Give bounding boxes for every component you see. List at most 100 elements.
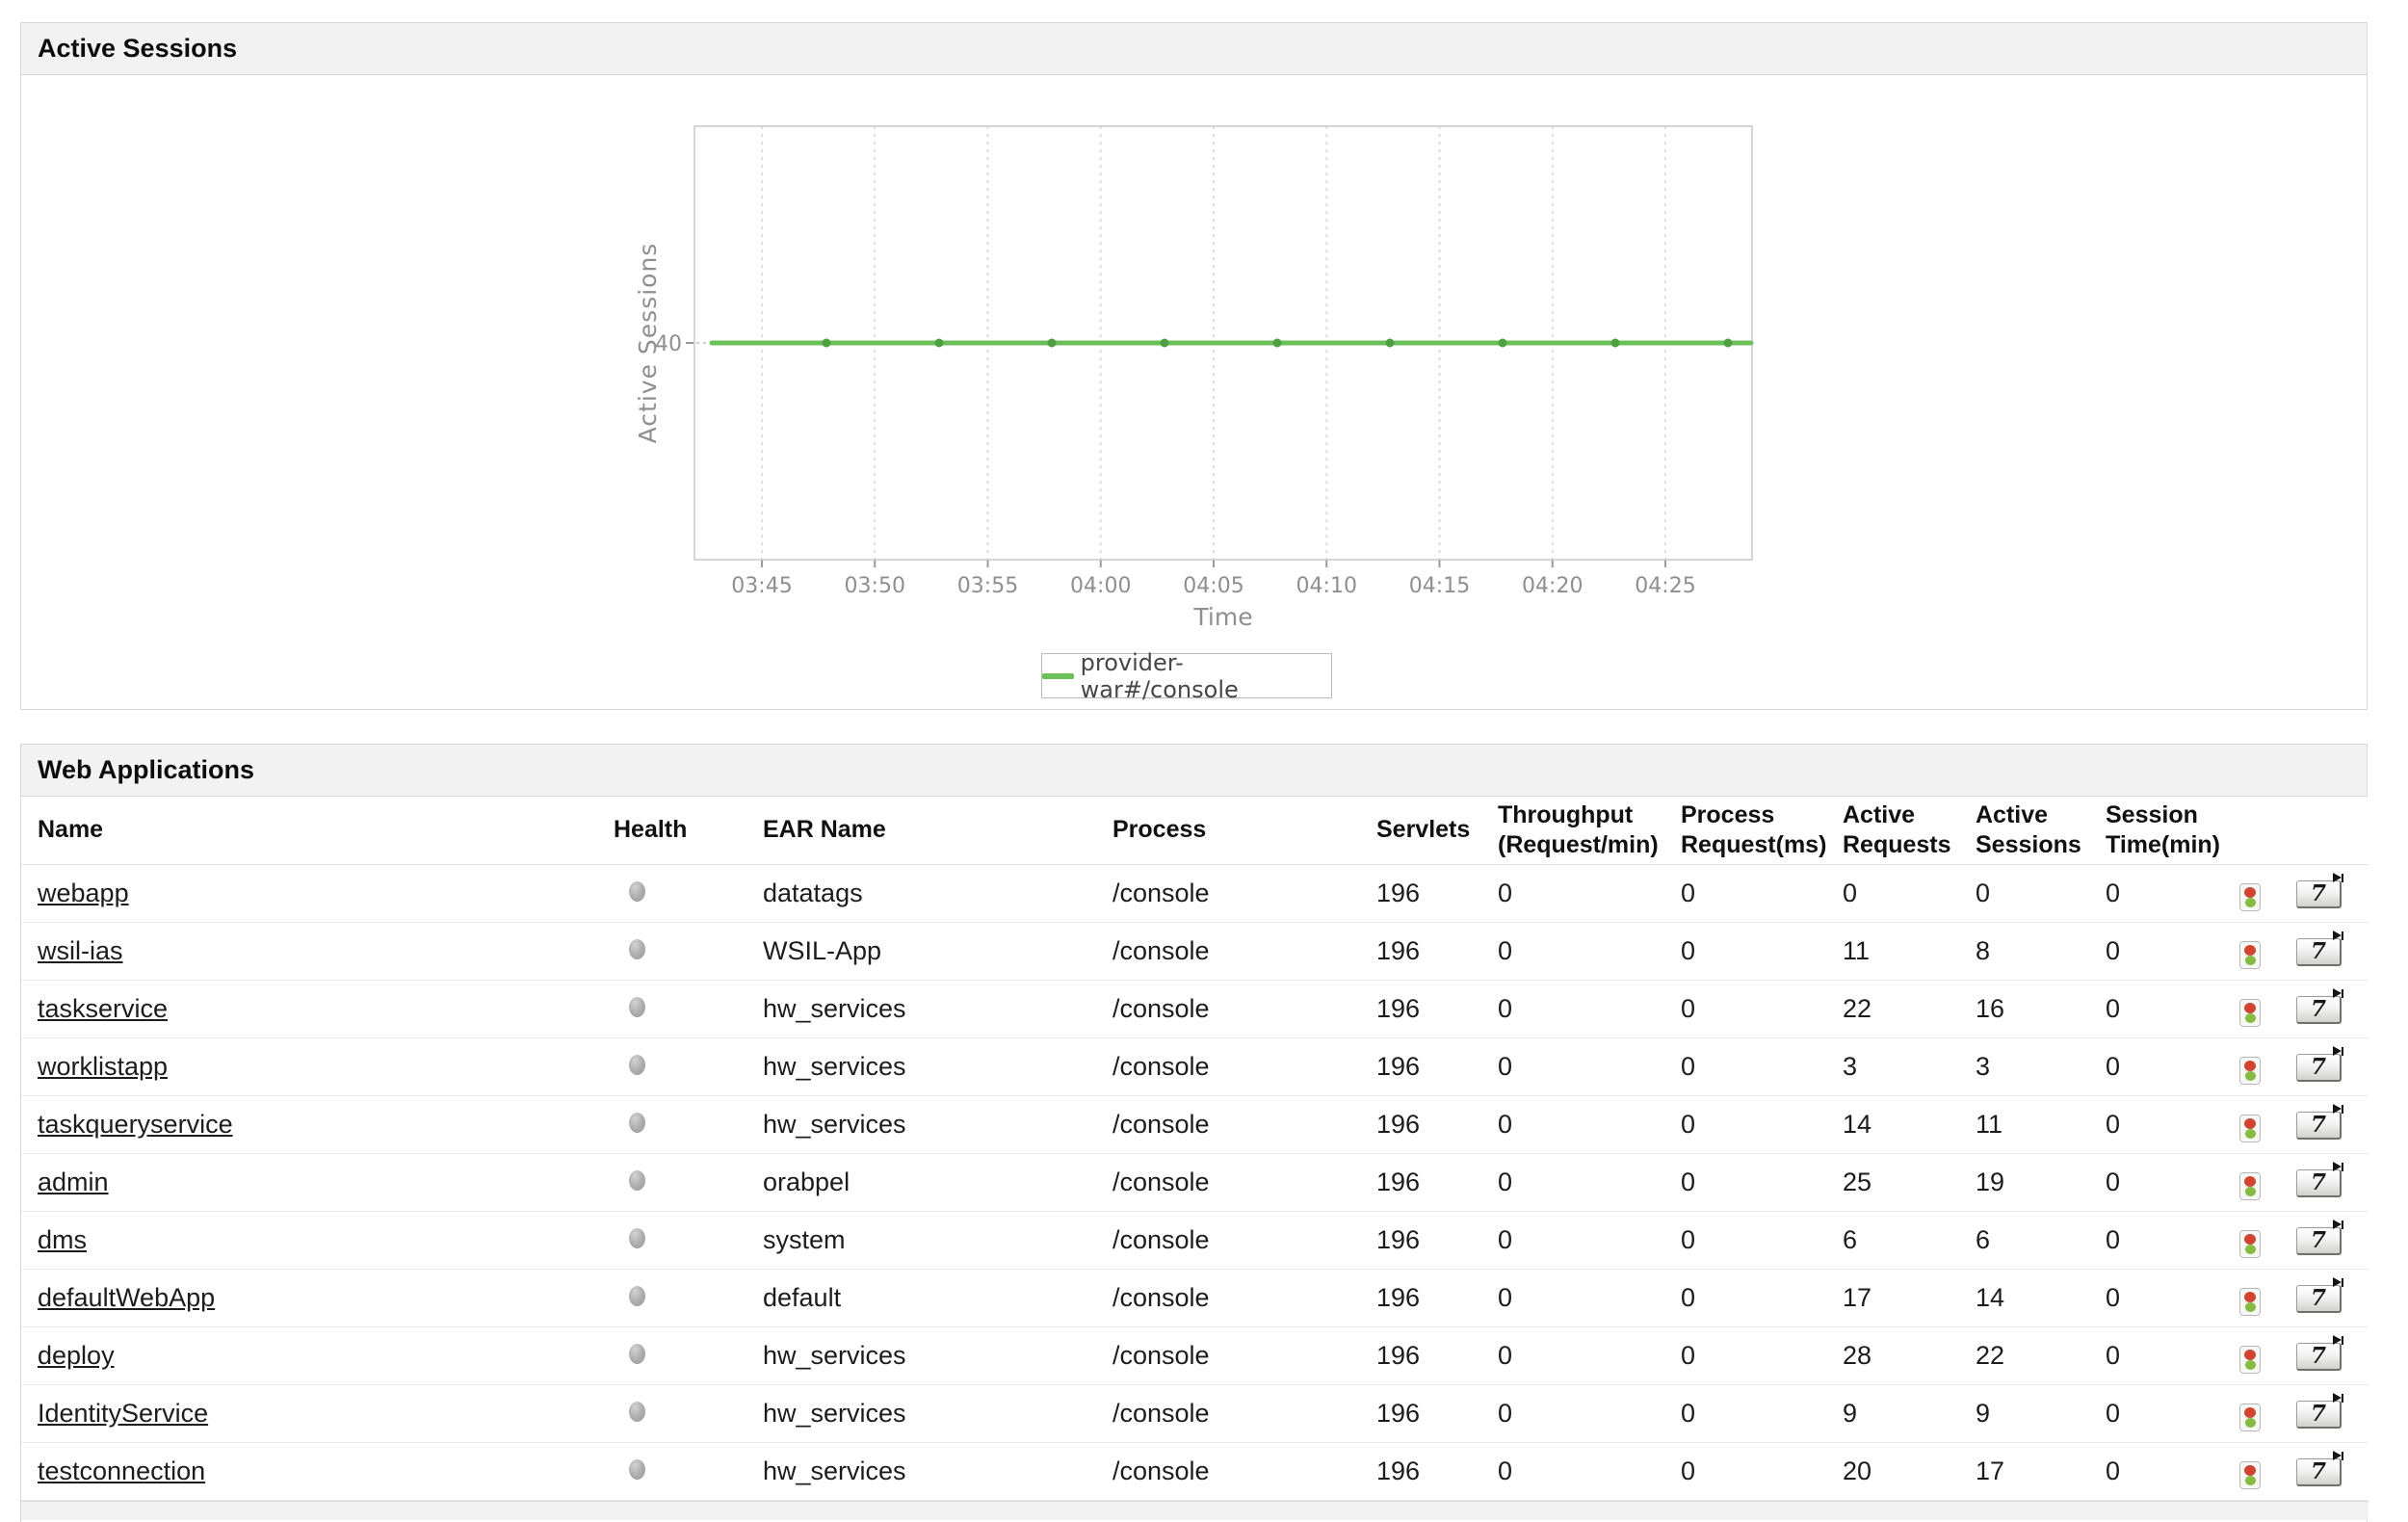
active-sessions-title: Active Sessions [38,34,237,64]
svg-text:04:00: 04:00 [1070,574,1131,598]
red-light-icon [2244,1061,2256,1071]
status-light-icon[interactable] [2239,1288,2261,1316]
app-name-link[interactable]: testconnection [38,1456,205,1485]
app-name-link[interactable]: defaultWebApp [38,1283,215,1312]
active-requests-cell: 6 [1843,1211,1976,1269]
process-cell: /console [1112,1153,1376,1211]
app-name-link[interactable]: webapp [38,879,129,907]
history-chart-button[interactable]: 7 [2296,938,2342,966]
history-chart-button[interactable]: 7 [2296,1343,2342,1371]
health-status-icon [629,1170,645,1191]
active-sessions-panel: Active Sessions 03:4503:5003:5504:0004:0… [20,22,2368,710]
history-chart-button[interactable]: 7 [2296,880,2342,908]
process-request-cell: 0 [1681,864,1843,922]
status-light-icon[interactable] [2239,999,2261,1027]
name-cell: wsil-ias [21,922,614,980]
status-light-icon[interactable] [2239,1115,2261,1142]
history-chart-button[interactable]: 7 [2296,1458,2342,1486]
history-button-label: 7 [2311,938,2326,964]
status-light-icon[interactable] [2239,883,2261,911]
health-cell [614,1442,763,1500]
history-button-label: 7 [2311,1401,2326,1427]
session-time-cell: 0 [2106,864,2234,922]
status-light-cell [2234,1326,2286,1384]
app-name-link[interactable]: wsil-ias [38,936,123,965]
active-requests-cell: 11 [1843,922,1976,980]
web-applications-panel-header: Web Applications [21,745,2367,797]
flag-icon [2333,873,2342,882]
column-header-status_light [2234,797,2286,864]
history-button-cell: 7 [2286,1442,2369,1500]
table-row: worklistapp hw_services /console 196 0 0… [21,1037,2369,1095]
throughput-cell: 0 [1498,1211,1681,1269]
green-light-icon [2245,1302,2256,1312]
app-name-link[interactable]: taskservice [38,994,168,1023]
process-cell: /console [1112,1269,1376,1326]
app-name-link[interactable]: IdentityService [38,1399,208,1428]
app-name-link[interactable]: dms [38,1225,87,1254]
status-light-icon[interactable] [2239,1172,2261,1200]
history-button-cell: 7 [2286,922,2369,980]
column-header-session_time: SessionTime(min) [2106,797,2234,864]
health-status-icon [629,997,645,1017]
process-cell: /console [1112,1326,1376,1384]
active-requests-cell: 0 [1843,864,1976,922]
column-header-servlets: Servlets [1376,797,1498,864]
app-name-link[interactable]: taskqueryservice [38,1110,233,1139]
process-cell: /console [1112,1384,1376,1442]
column-header-ear_name: EAR Name [763,797,1112,864]
status-light-icon[interactable] [2239,1230,2261,1258]
ear-name-cell: default [763,1269,1112,1326]
table-row: deploy hw_services /console 196 0 0 28 2… [21,1326,2369,1384]
green-light-icon [2245,1476,2256,1485]
history-button-label: 7 [2311,1285,2326,1311]
history-chart-button[interactable]: 7 [2296,1285,2342,1313]
servlets-cell: 196 [1376,980,1498,1037]
process-cell: /console [1112,1037,1376,1095]
process-cell: /console [1112,1442,1376,1500]
column-header-throughput: Throughput(Request/min) [1498,797,1681,864]
table-row: dms system /console 196 0 0 6 6 0 7 [21,1211,2369,1269]
throughput-cell: 0 [1498,1153,1681,1211]
status-light-icon[interactable] [2239,1346,2261,1374]
process-cell: /console [1112,864,1376,922]
status-light-icon[interactable] [2239,941,2261,969]
active-requests-cell: 14 [1843,1095,1976,1153]
green-light-icon [2245,1245,2256,1254]
ear-name-cell: orabpel [763,1153,1112,1211]
session-time-cell: 0 [2106,1037,2234,1095]
red-light-icon [2244,1465,2256,1476]
status-light-icon[interactable] [2239,1461,2261,1489]
ear-name-cell: hw_services [763,1442,1112,1500]
history-button-cell: 7 [2286,864,2369,922]
session-time-cell: 0 [2106,980,2234,1037]
history-chart-button[interactable]: 7 [2296,1054,2342,1082]
active-requests-cell: 25 [1843,1153,1976,1211]
active-requests-cell: 3 [1843,1037,1976,1095]
table-row: taskqueryservice hw_services /console 19… [21,1095,2369,1153]
history-button-cell: 7 [2286,1037,2369,1095]
app-name-link[interactable]: admin [38,1168,109,1196]
history-button-label: 7 [2311,1458,2326,1484]
history-chart-button[interactable]: 7 [2296,1112,2342,1140]
process-request-cell: 0 [1681,1095,1843,1153]
app-name-link[interactable]: deploy [38,1341,115,1370]
servlets-cell: 196 [1376,922,1498,980]
history-button-label: 7 [2311,1169,2326,1195]
history-button-cell: 7 [2286,1095,2369,1153]
throughput-cell: 0 [1498,1326,1681,1384]
throughput-cell: 0 [1498,1269,1681,1326]
history-chart-button[interactable]: 7 [2296,996,2342,1024]
table-row: taskservice hw_services /console 196 0 0… [21,980,2369,1037]
status-light-icon[interactable] [2239,1057,2261,1085]
history-chart-button[interactable]: 7 [2296,1227,2342,1255]
health-cell [614,980,763,1037]
flag-icon [2333,931,2342,940]
history-chart-button[interactable]: 7 [2296,1401,2342,1429]
ear-name-cell: hw_services [763,1384,1112,1442]
status-light-icon[interactable] [2239,1404,2261,1431]
chart-legend: provider-war#/console [1041,653,1332,698]
history-chart-button[interactable]: 7 [2296,1169,2342,1197]
name-cell: testconnection [21,1442,614,1500]
app-name-link[interactable]: worklistapp [38,1052,168,1081]
